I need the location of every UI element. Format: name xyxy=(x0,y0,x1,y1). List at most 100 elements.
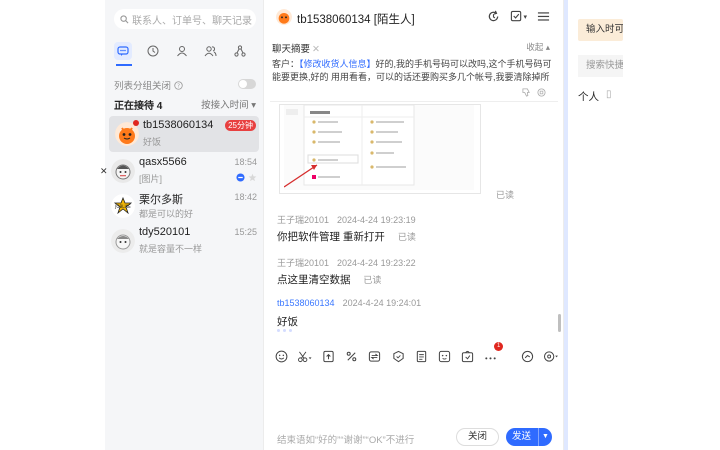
search-icon xyxy=(120,14,129,23)
order-icon[interactable] xyxy=(414,348,429,364)
message-meta: 王子瑞20101 2024-4-24 19:23:22 xyxy=(277,256,416,269)
conversation-item[interactable]: tb1538060134 25分钟 好饭 xyxy=(109,116,259,152)
message-text: 点这里清空数据 xyxy=(277,274,351,286)
tab-more-icon[interactable]: ▯ xyxy=(606,89,612,100)
conversation-time: 15:25 xyxy=(234,227,257,237)
scrollbar[interactable] xyxy=(558,314,561,332)
conversation-item[interactable]: tdy520101 15:25 就是容量不一样 xyxy=(105,223,263,259)
conversation-item[interactable]: JOBLIKE 栗尔多斯 18:42 都是可以的好 xyxy=(105,188,263,224)
group-icon[interactable] xyxy=(201,42,219,60)
tab-personal[interactable]: 个人 xyxy=(578,89,599,104)
chat-title: tb1538060134 [陌生人] xyxy=(297,11,415,27)
app-window: 联系人、订单号、聊天记录 列表分组关闭 ? 正在接待 4 按接入时间 ▾ tb1… xyxy=(0,0,720,450)
message-time: 2024-4-24 19:23:19 xyxy=(337,215,416,225)
conversation-time: 18:54 xyxy=(234,157,257,167)
svg-text:JOBLIKE: JOBLIKE xyxy=(114,204,131,209)
message-list[interactable]: 已读 王子瑞20101 2024-4-24 19:23:19 你把软件管理 重新打… xyxy=(264,104,564,334)
chevron-down-icon[interactable]: ▼ xyxy=(538,428,552,446)
sort-dropdown[interactable]: 按接入时间 ▾ xyxy=(201,97,256,111)
send-label: 发送 xyxy=(512,431,532,442)
message-sender: 王子瑞20101 xyxy=(277,215,330,225)
history-icon[interactable] xyxy=(520,348,535,364)
conversation-preview: 就是容量不一样 xyxy=(139,244,203,254)
message-bubble: 你把软件管理 重新打开 已读 xyxy=(277,229,416,244)
image-message[interactable] xyxy=(279,104,481,194)
close-icon[interactable]: ✕ xyxy=(312,44,320,55)
search-placeholder: 联系人、订单号、聊天记录 xyxy=(132,15,252,27)
person-icon[interactable] xyxy=(173,42,191,60)
message-composer: 结束语如“好的”“谢谢”“OK”不进行 关闭 发送 ▼ xyxy=(274,428,559,446)
assistant-panel: 输入时可 搜索快捷 个人 ▯ xyxy=(563,0,720,450)
summary-title: 聊天摘要 ✕ xyxy=(272,41,320,55)
active-tab-indicator xyxy=(116,64,132,66)
conversation-sidebar: 联系人、订单号、聊天记录 列表分组关闭 ? 正在接待 4 按接入时间 ▾ tb1… xyxy=(100,0,263,450)
svg-text:?: ? xyxy=(177,83,180,89)
read-status: 已读 xyxy=(363,275,382,285)
settings-dropdown-icon[interactable] xyxy=(543,348,559,364)
chat-panel: tb1538060134 [陌生人] ▾ 聊天摘要 ✕ 收起 ▴ 客户：【修改收货… xyxy=(263,0,563,450)
smile-card-icon[interactable] xyxy=(437,348,452,364)
message-time: 2024-4-24 19:24:01 xyxy=(342,298,422,308)
star-icon[interactable] xyxy=(248,173,257,182)
summary-link[interactable]: 【修改收货人信息】 xyxy=(299,59,376,69)
chat-bubble-icon[interactable] xyxy=(114,42,132,60)
conversation-name: tdy520101 xyxy=(139,226,191,238)
coupon-icon[interactable] xyxy=(391,348,406,364)
conversation-preview: [图片] xyxy=(139,174,163,184)
conversation-preview: 好饭 xyxy=(143,137,162,147)
scissors-icon[interactable] xyxy=(297,348,313,364)
message-text: 好饭 xyxy=(277,316,298,328)
discount-icon[interactable] xyxy=(344,348,359,364)
screenshot-image xyxy=(283,104,474,190)
search-input[interactable]: 联系人、订单号、聊天记录 xyxy=(114,9,256,29)
chevron-down-icon: ▾ xyxy=(523,13,527,21)
minus-circle-icon[interactable] xyxy=(236,173,245,182)
product-icon[interactable] xyxy=(460,348,475,364)
chat-summary: 聊天摘要 ✕ 收起 ▴ 客户：【修改收货人信息】好的,我的手机号码可以改吗,这个手… xyxy=(270,38,558,102)
emoji-icon[interactable] xyxy=(274,348,289,364)
quick-search-input[interactable]: 搜索快捷 xyxy=(578,55,623,77)
collapse-label: 收起 xyxy=(526,42,544,52)
group-label: 列表分组关闭 xyxy=(114,81,172,92)
conversation-name: tb1538060134 xyxy=(143,119,214,131)
chevron-up-icon: ▴ xyxy=(545,42,550,52)
menu-icon[interactable] xyxy=(537,10,550,23)
serving-header: 正在接待 4 按接入时间 ▾ xyxy=(114,97,256,112)
more-icon[interactable]: 1 xyxy=(483,342,504,364)
conversation-item[interactable]: ✕ qasx5566 18:54 [图片] xyxy=(100,153,263,189)
close-icon[interactable]: ✕ xyxy=(100,166,108,177)
sidebar-tabs xyxy=(105,42,263,62)
task-dropdown[interactable]: ▾ xyxy=(510,10,527,23)
upload-file-icon[interactable] xyxy=(321,348,336,364)
input-time-tab[interactable]: 输入时可 xyxy=(578,19,623,41)
avatar: JOBLIKE xyxy=(111,194,135,218)
message-sender: tb1538060134 xyxy=(277,298,335,308)
message-input[interactable]: 结束语如“好的”“谢谢”“OK”不进行 xyxy=(277,432,453,446)
notification-badge: 1 xyxy=(494,342,504,351)
checklist-icon xyxy=(511,10,522,22)
message-text: 你把软件管理 重新打开 xyxy=(277,231,385,243)
collapse-button[interactable]: 收起 ▴ xyxy=(526,41,550,53)
send-button[interactable]: 发送 ▼ xyxy=(506,428,552,446)
transfer-icon[interactable] xyxy=(367,348,382,364)
conversation-name: 栗尔多斯 xyxy=(139,194,183,206)
refresh-icon[interactable] xyxy=(487,10,500,23)
close-button[interactable]: 关闭 xyxy=(456,428,499,446)
clock-icon[interactable] xyxy=(144,42,162,60)
read-status: 已读 xyxy=(496,190,515,200)
customer-name: tb1538060134 xyxy=(297,14,371,26)
group-toggle-row: 列表分组关闭 ? xyxy=(114,78,256,92)
message-meta: tb1538060134 2024-4-24 19:24:01 xyxy=(277,298,421,308)
stranger-tag: [陌生人] xyxy=(373,14,415,26)
help-icon[interactable]: ? xyxy=(174,80,183,90)
read-status: 已读 xyxy=(397,232,416,242)
network-icon[interactable] xyxy=(231,42,249,60)
copy-icon[interactable] xyxy=(537,88,546,97)
serving-label: 正在接待 4 xyxy=(114,100,163,112)
chat-header: tb1538060134 [陌生人] ▾ xyxy=(264,0,564,34)
group-toggle[interactable] xyxy=(238,79,256,89)
panel-divider xyxy=(564,0,568,450)
summary-prefix: 客户： xyxy=(272,59,300,69)
conversation-actions xyxy=(236,173,257,182)
thumbs-down-icon[interactable] xyxy=(522,88,531,97)
